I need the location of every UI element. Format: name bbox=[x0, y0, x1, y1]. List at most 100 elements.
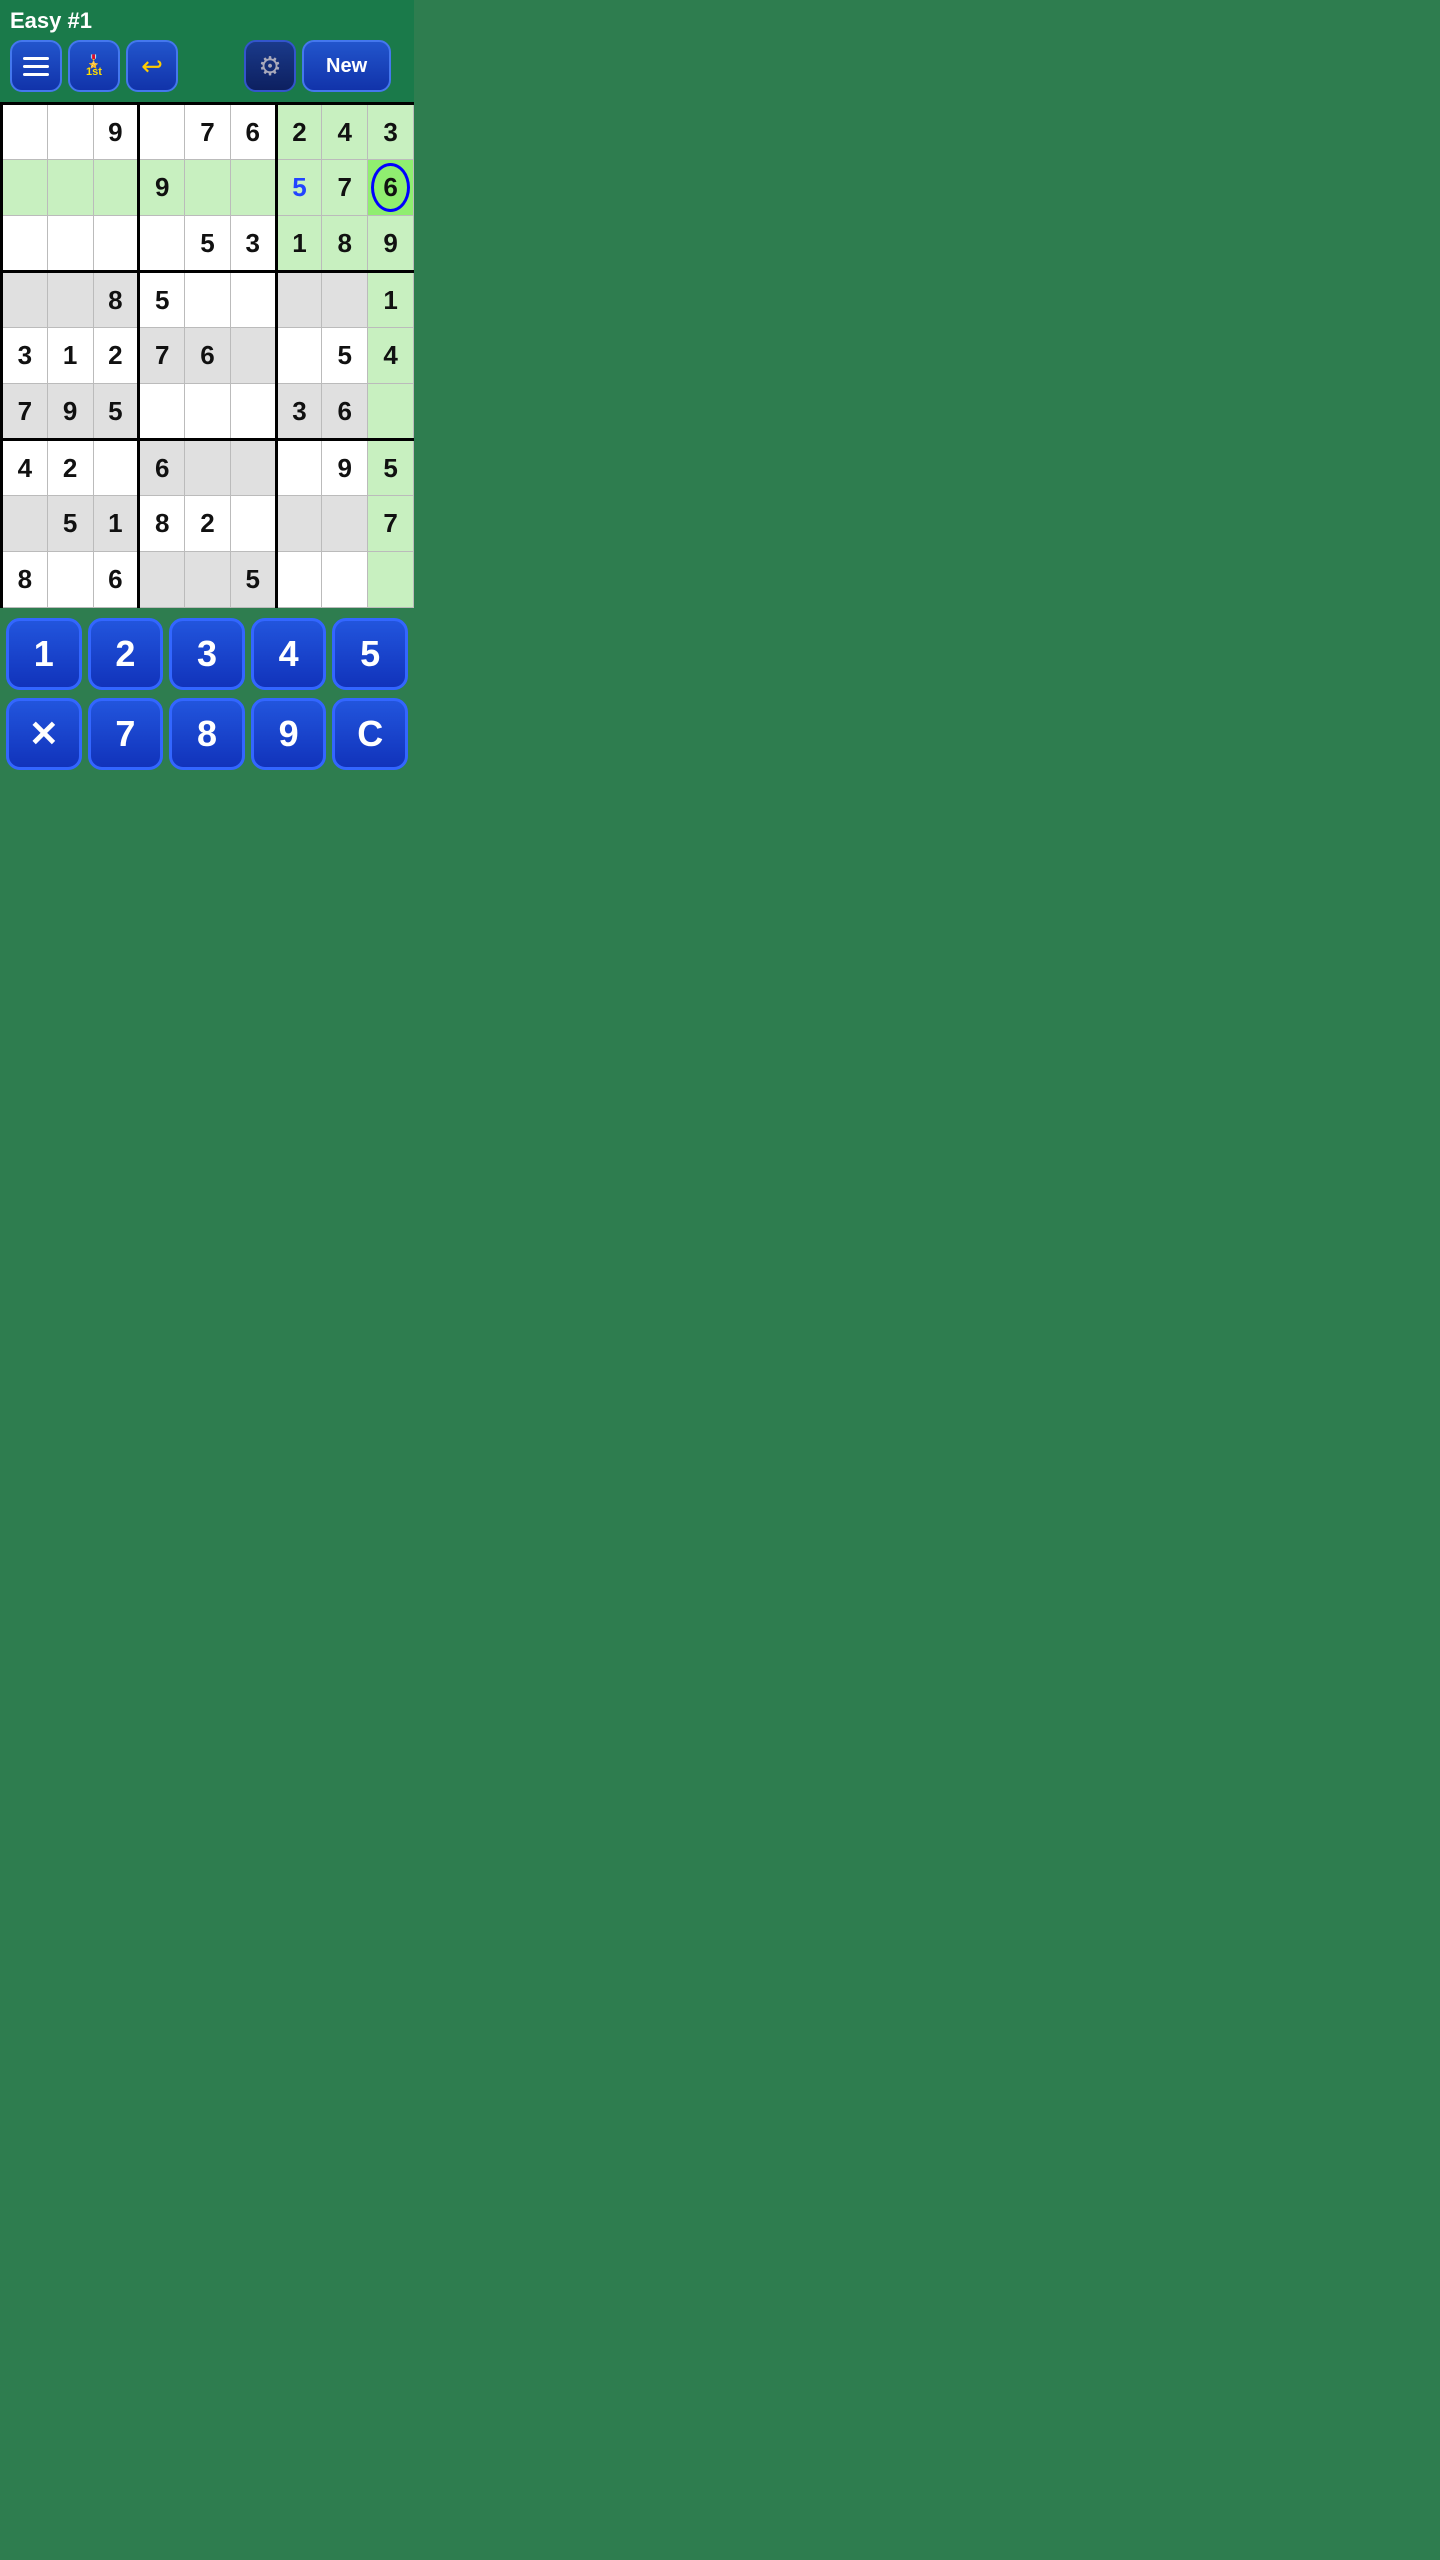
table-row[interactable]: 8 bbox=[322, 216, 368, 272]
table-row[interactable]: 5 bbox=[230, 552, 276, 608]
table-row[interactable]: 6 bbox=[322, 384, 368, 440]
game-title: Easy #1 bbox=[10, 8, 404, 34]
table-row[interactable] bbox=[230, 384, 276, 440]
numpad-button-✕[interactable]: ✕ bbox=[6, 698, 82, 770]
table-row[interactable]: 1 bbox=[93, 496, 139, 552]
table-row[interactable] bbox=[230, 160, 276, 216]
table-row[interactable] bbox=[276, 552, 322, 608]
table-row[interactable]: 6 bbox=[139, 440, 185, 496]
table-row[interactable]: 2 bbox=[93, 328, 139, 384]
table-row[interactable]: 4 bbox=[368, 328, 414, 384]
table-row[interactable]: 7 bbox=[185, 104, 231, 160]
numpad-button-7[interactable]: 7 bbox=[88, 698, 164, 770]
table-row[interactable]: 5 bbox=[139, 272, 185, 328]
table-row[interactable]: 6 bbox=[230, 104, 276, 160]
table-row[interactable]: 6 bbox=[185, 328, 231, 384]
table-row[interactable] bbox=[2, 272, 48, 328]
table-row[interactable] bbox=[139, 216, 185, 272]
table-row[interactable] bbox=[185, 160, 231, 216]
table-row[interactable]: 9 bbox=[139, 160, 185, 216]
table-row[interactable]: 2 bbox=[185, 496, 231, 552]
table-row[interactable]: 5 bbox=[47, 496, 93, 552]
table-row[interactable]: 4 bbox=[322, 104, 368, 160]
table-row[interactable]: 9 bbox=[47, 384, 93, 440]
table-row[interactable] bbox=[47, 160, 93, 216]
table-row[interactable] bbox=[322, 272, 368, 328]
table-row[interactable] bbox=[276, 272, 322, 328]
table-row[interactable]: 2 bbox=[276, 104, 322, 160]
table-row[interactable]: 9 bbox=[368, 216, 414, 272]
table-row[interactable]: 8 bbox=[93, 272, 139, 328]
table-row[interactable]: 1 bbox=[276, 216, 322, 272]
table-row[interactable]: 7 bbox=[322, 160, 368, 216]
numpad-button-C[interactable]: C bbox=[332, 698, 408, 770]
menu-button[interactable] bbox=[10, 40, 62, 92]
table-row[interactable] bbox=[230, 496, 276, 552]
table-row[interactable] bbox=[185, 440, 231, 496]
numpad-button-9[interactable]: 9 bbox=[251, 698, 327, 770]
table-row[interactable] bbox=[93, 440, 139, 496]
table-row[interactable] bbox=[139, 552, 185, 608]
table-row[interactable] bbox=[322, 496, 368, 552]
numpad-button-2[interactable]: 2 bbox=[88, 618, 164, 690]
numpad-button-4[interactable]: 4 bbox=[251, 618, 327, 690]
table-row[interactable] bbox=[276, 496, 322, 552]
table-row[interactable] bbox=[2, 216, 48, 272]
table-row[interactable] bbox=[185, 272, 231, 328]
table-row[interactable]: 3 bbox=[276, 384, 322, 440]
table-row[interactable]: 7 bbox=[2, 384, 48, 440]
table-row[interactable] bbox=[47, 216, 93, 272]
table-row[interactable] bbox=[47, 272, 93, 328]
undo-icon: ↩ bbox=[141, 51, 163, 82]
table-row[interactable]: 5 bbox=[276, 160, 322, 216]
table-row[interactable] bbox=[47, 552, 93, 608]
numpad-button-8[interactable]: 8 bbox=[169, 698, 245, 770]
undo-button[interactable]: ↩ bbox=[126, 40, 178, 92]
table-row[interactable]: 1 bbox=[47, 328, 93, 384]
table-row[interactable] bbox=[230, 328, 276, 384]
table-row[interactable] bbox=[368, 552, 414, 608]
table-row[interactable] bbox=[2, 160, 48, 216]
table-row[interactable]: 3 bbox=[368, 104, 414, 160]
table-row[interactable] bbox=[93, 216, 139, 272]
table-row[interactable]: 5 bbox=[93, 384, 139, 440]
table-row[interactable]: 3 bbox=[230, 216, 276, 272]
table-row[interactable] bbox=[185, 552, 231, 608]
table-row[interactable] bbox=[93, 160, 139, 216]
table-row[interactable]: 8 bbox=[139, 496, 185, 552]
table-row[interactable]: 8 bbox=[2, 552, 48, 608]
table-row[interactable]: 9 bbox=[93, 104, 139, 160]
numpad-button-1[interactable]: 1 bbox=[6, 618, 82, 690]
table-row[interactable] bbox=[230, 272, 276, 328]
table-row[interactable] bbox=[185, 384, 231, 440]
table-row[interactable]: 5 bbox=[368, 440, 414, 496]
table-row[interactable] bbox=[230, 440, 276, 496]
table-row[interactable]: 3 bbox=[2, 328, 48, 384]
table-row[interactable]: 5 bbox=[185, 216, 231, 272]
table-row[interactable]: 7 bbox=[139, 328, 185, 384]
table-row[interactable]: 5 bbox=[322, 328, 368, 384]
table-row[interactable] bbox=[368, 384, 414, 440]
table-row[interactable] bbox=[2, 496, 48, 552]
table-row[interactable] bbox=[276, 328, 322, 384]
table-row[interactable]: 9 bbox=[322, 440, 368, 496]
table-row[interactable]: 2 bbox=[47, 440, 93, 496]
table-row[interactable] bbox=[139, 384, 185, 440]
table-row[interactable] bbox=[139, 104, 185, 160]
table-row[interactable] bbox=[2, 104, 48, 160]
numpad-button-5[interactable]: 5 bbox=[332, 618, 408, 690]
table-row[interactable]: 4 bbox=[2, 440, 48, 496]
table-row[interactable]: 6 bbox=[93, 552, 139, 608]
table-row[interactable] bbox=[322, 552, 368, 608]
header: Easy #1 🎖️ 1st ↩ ⚙ New bbox=[0, 0, 414, 102]
medal-button[interactable]: 🎖️ 1st bbox=[68, 40, 120, 92]
table-row[interactable] bbox=[276, 440, 322, 496]
table-row[interactable] bbox=[47, 104, 93, 160]
settings-button[interactable]: ⚙ bbox=[244, 40, 296, 92]
table-row[interactable]: 6 bbox=[368, 160, 414, 216]
table-row[interactable]: 1 bbox=[368, 272, 414, 328]
numpad-button-3[interactable]: 3 bbox=[169, 618, 245, 690]
numpad-row-2: ✕789C bbox=[6, 698, 408, 770]
new-game-button[interactable]: New bbox=[302, 40, 391, 92]
table-row[interactable]: 7 bbox=[368, 496, 414, 552]
